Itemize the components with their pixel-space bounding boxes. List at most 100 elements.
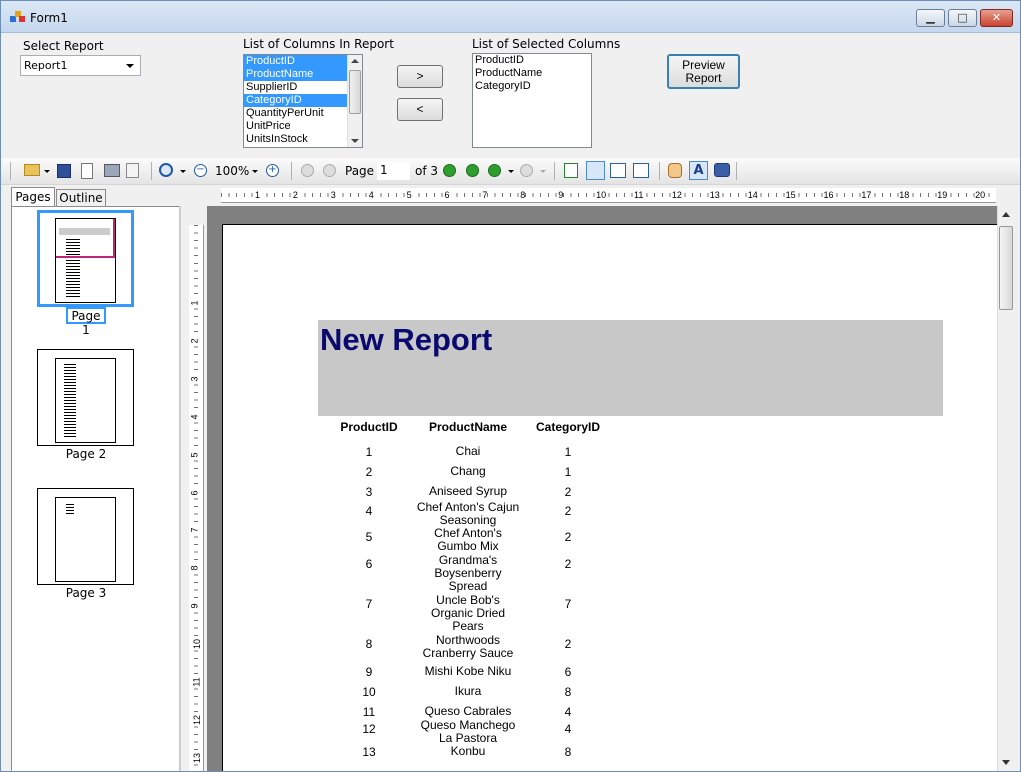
columns-listbox[interactable]: ProductID ProductName SupplierID CategoryID…	[243, 54, 363, 148]
column-item[interactable]: SupplierID	[244, 81, 362, 94]
report-select[interactable]: Report1	[20, 55, 141, 76]
ruler-tick-label: 11	[191, 677, 202, 687]
zoom-in-icon[interactable]: +	[266, 164, 279, 177]
scroll-up-icon[interactable]	[351, 59, 359, 63]
continuous-page-icon[interactable]	[586, 161, 605, 180]
cell-categoryid: 2	[564, 504, 572, 518]
cell-categoryid: 2	[564, 557, 572, 571]
cell-productname: Chai	[455, 444, 481, 458]
cell-productname: Grandma's Boysenberry Spread	[434, 553, 502, 593]
scroll-down-icon[interactable]	[351, 139, 359, 143]
app-window: Form1 ▁ □ ✕ Select Report Report1 List o…	[0, 0, 1021, 772]
save-icon[interactable]	[57, 164, 71, 178]
report-header-band: New Report	[318, 320, 943, 416]
selected-columns-listbox[interactable]: ProductID ProductName CategoryID	[472, 53, 592, 148]
chevron-down-icon[interactable]	[252, 170, 258, 173]
page-number-input[interactable]: 1	[377, 162, 410, 180]
report-viewer[interactable]: New Report ProductID ProductName Categor…	[207, 206, 997, 771]
page-thumbnail-3[interactable]	[37, 488, 134, 585]
cell-productid: 7	[365, 597, 373, 611]
remove-column-button[interactable]: <	[397, 98, 443, 121]
cell-productname: Queso Manchego La Pastora	[420, 718, 516, 745]
chevron-down-icon[interactable]	[540, 170, 546, 173]
chevron-down-icon[interactable]	[126, 64, 134, 68]
page-preview	[55, 218, 116, 303]
page-thumbnail-label-2[interactable]: Page 2	[56, 447, 116, 461]
page-preview	[55, 497, 116, 582]
zoom-icon[interactable]	[159, 163, 173, 177]
single-page-icon[interactable]	[564, 163, 578, 178]
chevron-down-icon[interactable]	[44, 170, 50, 173]
report-select-value: Report1	[24, 59, 68, 72]
selected-column-item[interactable]: ProductName	[473, 67, 591, 80]
page-thumbnail-2[interactable]	[37, 349, 134, 446]
next-page-icon[interactable]	[443, 164, 456, 177]
cell-productid: 6	[365, 557, 373, 571]
preview-report-button[interactable]: Preview Report	[667, 54, 740, 89]
ruler-tick-label: 5	[189, 452, 200, 458]
selected-column-item[interactable]: ProductID	[473, 54, 591, 67]
hand-tool-icon[interactable]	[668, 163, 682, 178]
cell-productid: 12	[362, 722, 376, 736]
column-item[interactable]: CategoryID	[244, 94, 362, 107]
column-item[interactable]: UnitsInStock	[244, 133, 362, 146]
add-column-button[interactable]: >	[397, 65, 443, 88]
print-icon[interactable]	[104, 164, 120, 177]
ruler-tick-label: 4	[189, 414, 200, 420]
selected-column-item[interactable]: CategoryID	[473, 80, 591, 93]
cell-productid: 3	[365, 485, 373, 499]
new-page-icon[interactable]	[81, 163, 93, 179]
tab-outline[interactable]: Outline	[56, 189, 106, 207]
minimize-button[interactable]: ▁	[916, 9, 945, 27]
forward-icon[interactable]	[520, 164, 533, 177]
cell-categoryid: 2	[564, 530, 572, 544]
scroll-thumb[interactable]	[349, 70, 361, 114]
zoom-level[interactable]: 100%	[215, 164, 249, 180]
columns-list-label: List of Columns In Report	[243, 37, 394, 51]
first-page-icon[interactable]	[301, 164, 314, 177]
ruler-tick-label: 13	[709, 190, 720, 200]
title-bar[interactable]: Form1 ▁ □ ✕	[1, 1, 1020, 33]
page-thumbnail-label-3[interactable]: Page 3	[56, 586, 116, 600]
scroll-down-icon[interactable]	[1002, 760, 1010, 765]
open-folder-icon[interactable]	[24, 164, 40, 176]
column-item[interactable]: UnitPrice	[244, 120, 362, 133]
ruler-tick-label: 2	[189, 338, 200, 344]
ruler-tick-label: 20	[975, 190, 986, 200]
column-item[interactable]: QuantityPerUnit	[244, 107, 362, 120]
scroll-thumb[interactable]	[999, 226, 1013, 310]
ruler-tick-label: 18	[899, 190, 910, 200]
viewer-scrollbar[interactable]	[997, 206, 1014, 771]
last-page-icon[interactable]	[466, 164, 479, 177]
chevron-down-icon[interactable]	[180, 170, 186, 173]
column-item[interactable]: ProductID	[244, 55, 362, 68]
ruler-tick-label: 3	[189, 376, 200, 382]
page-thumbnail-label-1[interactable]: Page 1	[66, 307, 106, 337]
select-report-label: Select Report	[23, 39, 104, 53]
cell-productname: Ikura	[454, 684, 482, 698]
back-icon[interactable]	[488, 164, 501, 177]
panel-splitter[interactable]	[179, 206, 181, 771]
previous-page-icon[interactable]	[323, 164, 336, 177]
cell-productid: 13	[362, 745, 376, 759]
text-select-icon[interactable]: A	[689, 161, 708, 180]
chevron-down-icon[interactable]	[508, 170, 514, 173]
report-title: New Report	[320, 322, 493, 357]
column-item[interactable]: ProductName	[244, 68, 362, 81]
page-thumbnail-1[interactable]	[37, 210, 134, 307]
tab-pages[interactable]: Pages	[11, 187, 55, 208]
ruler-tick-label: 14	[747, 190, 758, 200]
panel-tabs: Pages Outline	[11, 187, 181, 208]
scroll-up-icon[interactable]	[1002, 212, 1010, 217]
column-header-productid: ProductID	[340, 420, 398, 434]
close-button[interactable]: ✕	[980, 9, 1013, 27]
zoom-out-icon[interactable]: −	[194, 164, 207, 177]
columns-scrollbar[interactable]	[347, 55, 362, 147]
ruler-tick-label: 16	[823, 190, 834, 200]
maximize-button[interactable]: □	[948, 9, 977, 27]
ruler-tick-label: 13	[192, 752, 203, 763]
find-icon[interactable]	[714, 163, 730, 177]
multi-page-icon[interactable]	[633, 163, 649, 178]
page-setup-icon[interactable]	[126, 163, 139, 178]
two-page-icon[interactable]	[610, 163, 626, 178]
